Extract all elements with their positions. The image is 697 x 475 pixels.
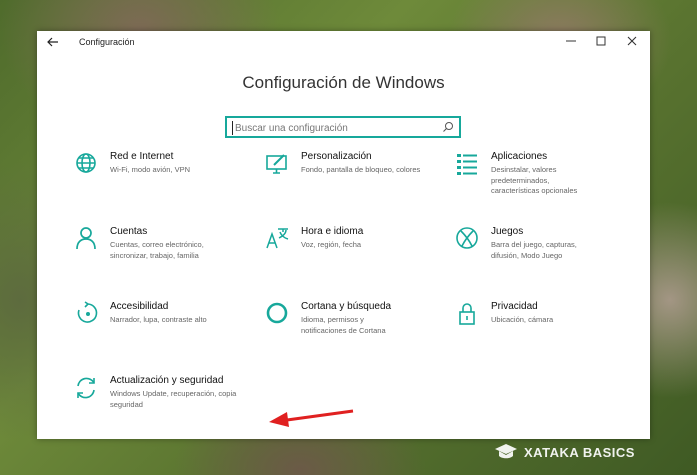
minimize-icon [566,40,576,42]
page-heading: Configuración de Windows [242,73,445,92]
tile-gaming[interactable]: Juegos Barra del juego, capturas, difusi… [455,226,635,286]
tile-title: Cortana y búsqueda [301,301,392,312]
minimize-button[interactable] [562,34,580,50]
apps-list-icon [457,154,477,175]
tile-title: Accesibilidad [110,301,169,312]
personalization-icon [266,154,287,174]
close-button[interactable] [623,34,641,50]
tile-title: Cuentas [110,226,148,237]
tile-description: Windows Update, recuperación, copia segu… [110,389,237,409]
lock-icon [459,303,475,325]
back-arrow-icon [47,37,58,47]
tile-cortana[interactable]: Cortana y búsqueda Idioma, permisos y no… [265,301,445,361]
tile-description: Wi-Fi, modo avión, VPN [110,165,191,174]
person-icon [76,227,96,250]
graduation-cap-icon [495,444,517,459]
tile-title: Actualización y seguridad [110,375,224,386]
tile-apps[interactable]: Aplicaciones Desinstalar, valores predet… [455,151,635,211]
settings-window: Configuración Configuración de Windows R… [37,31,650,439]
globe-icon [76,153,96,173]
time-language-icon [266,228,289,249]
tile-description: Idioma, permisos y notificaciones de Cor… [301,315,386,335]
tile-description: Narrador, lupa, contraste alto [110,315,207,324]
xbox-icon [456,227,478,249]
watermark-text: XATAKA BASICS [524,444,635,460]
search-input[interactable] [232,121,435,135]
tile-update-security[interactable]: Actualización y seguridad Windows Update… [74,375,254,435]
tile-title: Privacidad [491,301,538,312]
tile-description: Voz, región, fecha [301,240,362,249]
tile-description: Ubicación, cámara [491,315,554,324]
tile-description: Desinstalar, valores predeterminados, ca… [491,165,578,195]
close-icon [627,36,637,46]
title-bar: Configuración [37,31,650,55]
tile-title: Personalización [301,151,372,162]
tile-title: Hora e idioma [301,226,364,237]
tile-network[interactable]: Red e Internet Wi-Fi, modo avión, VPN [74,151,254,211]
cortana-icon [266,302,288,324]
search-icon[interactable] [442,121,454,133]
tile-title: Juegos [491,226,524,237]
tile-description: Barra del juego, capturas, difusión, Mod… [491,240,577,260]
window-title: Configuración [79,37,135,47]
tile-accounts[interactable]: Cuentas Cuentas, correo electrónico, sin… [74,226,254,286]
tile-title: Red e Internet [110,151,174,162]
maximize-button[interactable] [592,34,610,50]
update-icon [77,377,95,399]
watermark: XATAKA BASICS [494,442,635,462]
maximize-icon [596,36,606,46]
annotation-arrow [269,409,354,427]
search-box[interactable] [225,116,461,138]
accessibility-icon [77,301,98,323]
tile-privacy[interactable]: Privacidad Ubicación, cámara [455,301,635,361]
tile-time-language[interactable]: Hora e idioma Voz, región, fecha [265,226,445,286]
back-button[interactable] [45,34,61,50]
tile-title: Aplicaciones [491,151,548,162]
tile-accessibility[interactable]: Accesibilidad Narrador, lupa, contraste … [74,301,254,361]
tile-description: Cuentas, correo electrónico, sincronizar… [110,240,204,260]
tile-personalization[interactable]: Personalización Fondo, pantalla de bloqu… [265,151,445,211]
tile-description: Fondo, pantalla de bloqueo, colores [301,165,421,174]
